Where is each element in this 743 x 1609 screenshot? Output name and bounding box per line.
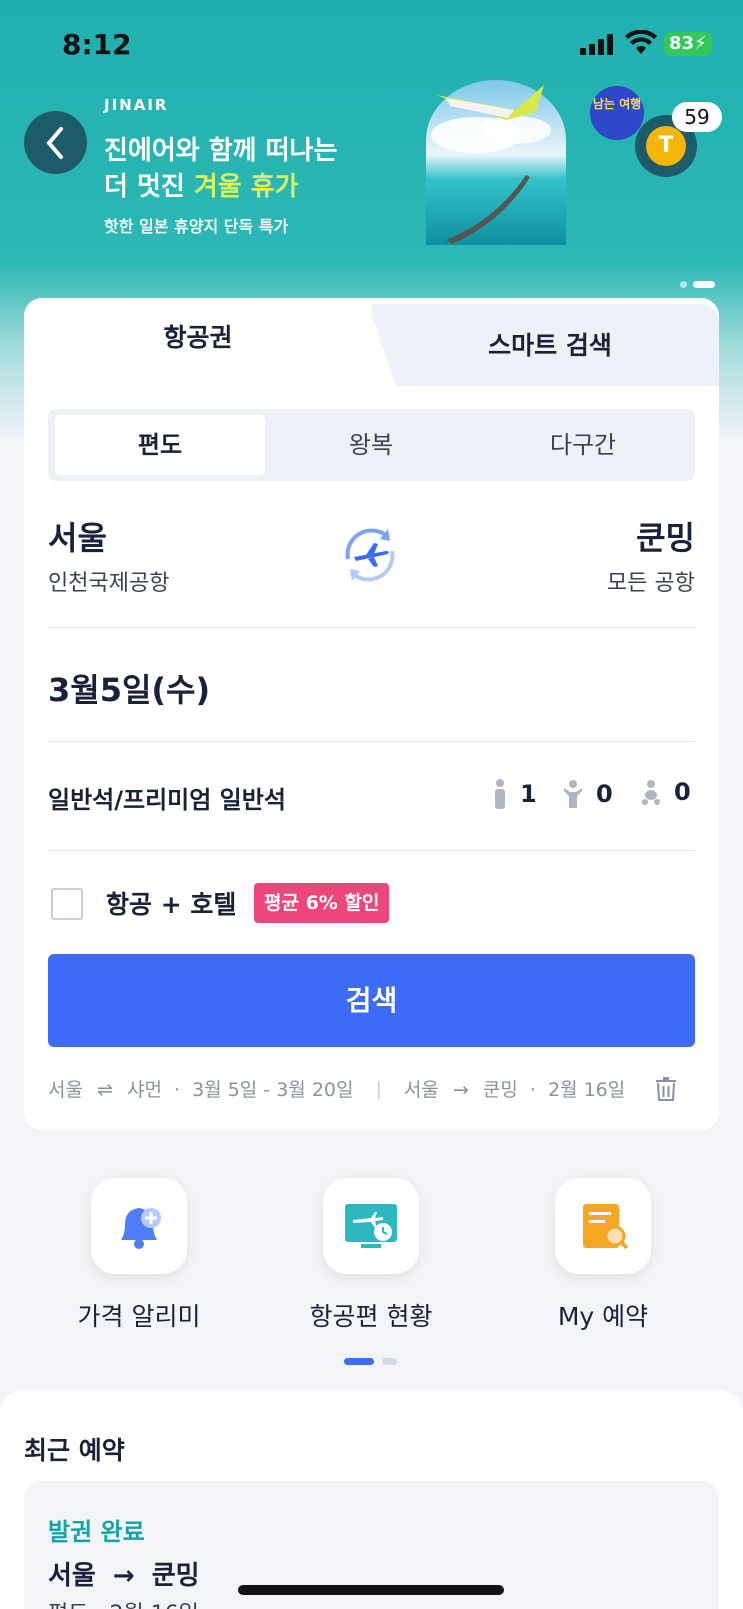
recent-search-dates: 2월 16일: [547, 1079, 626, 1101]
divider: [48, 741, 695, 742]
flight-hotel-checkbox[interactable]: [51, 888, 83, 920]
trip-type-roundtrip[interactable]: 왕복: [266, 415, 476, 475]
banner-title-line2[interactable]: 더 멋진 겨울 휴가: [104, 166, 299, 203]
trash-icon[interactable]: [654, 1076, 678, 1102]
booking-status: 발권 완료: [48, 1518, 145, 1546]
banner-title-prefix: 더 멋진: [104, 172, 194, 202]
departure-city[interactable]: 서울: [48, 513, 107, 559]
banner-title-line1[interactable]: 진에어와 함께 떠나는: [104, 130, 337, 167]
infant-count[interactable]: 0: [640, 778, 691, 806]
trip-type-multicity[interactable]: 다구간: [478, 415, 688, 475]
banner-airplane-image[interactable]: [416, 80, 581, 245]
coin-icon: T: [646, 126, 686, 166]
child-count-value: 0: [596, 780, 613, 808]
infant-count-value: 0: [674, 778, 691, 806]
banner-title-highlight: 겨울 휴가: [193, 172, 299, 202]
flight-hotel-label[interactable]: 항공 + 호텔: [106, 885, 236, 921]
child-count[interactable]: 0: [562, 778, 613, 810]
infant-icon: [642, 780, 660, 805]
flight-status-icon: [345, 1204, 397, 1248]
recent-search-item[interactable]: 서울 ⇌ 샤먼 · 3월 5일 - 3월 20일: [48, 1075, 353, 1102]
seat-class[interactable]: 일반석/프리미엄 일반석: [48, 780, 286, 815]
dot-separator: ·: [529, 1079, 536, 1101]
quick-menu-dot-active: [344, 1358, 374, 1365]
my-booking-label[interactable]: My 예약: [503, 1297, 703, 1333]
trip-badge[interactable]: 남는 여행: [590, 86, 644, 140]
separator: |: [375, 1077, 382, 1100]
signal-icon: [580, 33, 613, 55]
booking-search-icon: [583, 1204, 629, 1250]
recent-search-from: 서울: [403, 1079, 439, 1101]
flight-status-label[interactable]: 항공편 현황: [271, 1297, 471, 1333]
discount-badge: 평균 6% 할인: [254, 883, 390, 923]
child-icon: [564, 780, 582, 808]
coin-count-badge: 59: [672, 102, 722, 132]
recent-search-to: 샤먼: [126, 1079, 162, 1101]
booking-from: 서울: [48, 1561, 96, 1591]
quick-menu-dot: [382, 1358, 397, 1365]
recent-search-to: 쿤밍: [482, 1079, 518, 1101]
tab-flights-label[interactable]: 항공권: [24, 318, 372, 354]
departure-airport[interactable]: 인천국제공항: [48, 565, 169, 597]
home-indicator[interactable]: [238, 1585, 504, 1595]
flight-status-button[interactable]: [323, 1178, 419, 1274]
my-booking-button[interactable]: [555, 1178, 651, 1274]
banner-dot: [680, 281, 687, 288]
roundtrip-arrow-icon: ⇌: [97, 1079, 113, 1101]
booking-date: 편도 · 2월 16일: [48, 1596, 199, 1609]
status-bar: 8:12 83⚡: [0, 0, 743, 90]
price-alert-label[interactable]: 가격 알리미: [39, 1297, 239, 1333]
departure-date[interactable]: 3월5일(수): [48, 665, 210, 711]
recent-booking-title: 최근 예약: [24, 1436, 125, 1465]
dot-separator: ·: [174, 1079, 181, 1101]
booking-to: 쿤밍: [151, 1561, 200, 1591]
tab-smart-search-label[interactable]: 스마트 검색: [400, 326, 700, 362]
status-time: 8:12: [62, 28, 132, 61]
recent-searches: 서울 ⇌ 샤먼 · 3월 5일 - 3월 20일 | 서울 → 쿤밍 · 2월 …: [48, 1075, 625, 1102]
bell-icon: [121, 1208, 161, 1249]
adult-count-value: 1: [520, 780, 537, 808]
quick-menu-pagination: [344, 1358, 397, 1365]
oneway-arrow-icon: →: [452, 1079, 469, 1101]
price-alert-button[interactable]: [91, 1178, 187, 1274]
recent-search-item[interactable]: 서울 → 쿤밍 · 2월 16일: [404, 1075, 625, 1102]
swap-route-icon[interactable]: [336, 521, 404, 589]
wifi-icon: [625, 30, 657, 54]
back-button[interactable]: [24, 111, 87, 174]
trip-type-oneway[interactable]: 편도: [55, 415, 265, 475]
divider: [48, 627, 695, 628]
chevron-left-icon: [45, 126, 63, 159]
booking-route: 서울 → 쿤밍: [48, 1555, 200, 1592]
battery-level: 83: [669, 33, 695, 54]
adult-count[interactable]: 1: [492, 778, 537, 810]
battery-icon: 83⚡: [664, 32, 712, 56]
trip-type-selector: 편도 왕복 다구간: [48, 409, 695, 481]
banner-pagination: [680, 281, 715, 288]
oneway-arrow-icon: →: [112, 1561, 135, 1591]
search-button[interactable]: 검색: [48, 954, 695, 1047]
recent-search-from: 서울: [48, 1079, 83, 1101]
divider: [48, 850, 695, 851]
banner-subtitle: 핫한 일본 휴양지 단독 특가: [104, 217, 289, 236]
banner-dot-active: [693, 281, 715, 288]
adult-icon: [495, 779, 505, 809]
recent-search-dates: 3월 5일 - 3월 20일: [192, 1079, 354, 1101]
arrival-airport[interactable]: 모든 공항: [607, 565, 695, 597]
arrival-city[interactable]: 쿤밍: [636, 513, 695, 559]
brand-logo: JINAIR: [104, 96, 169, 114]
